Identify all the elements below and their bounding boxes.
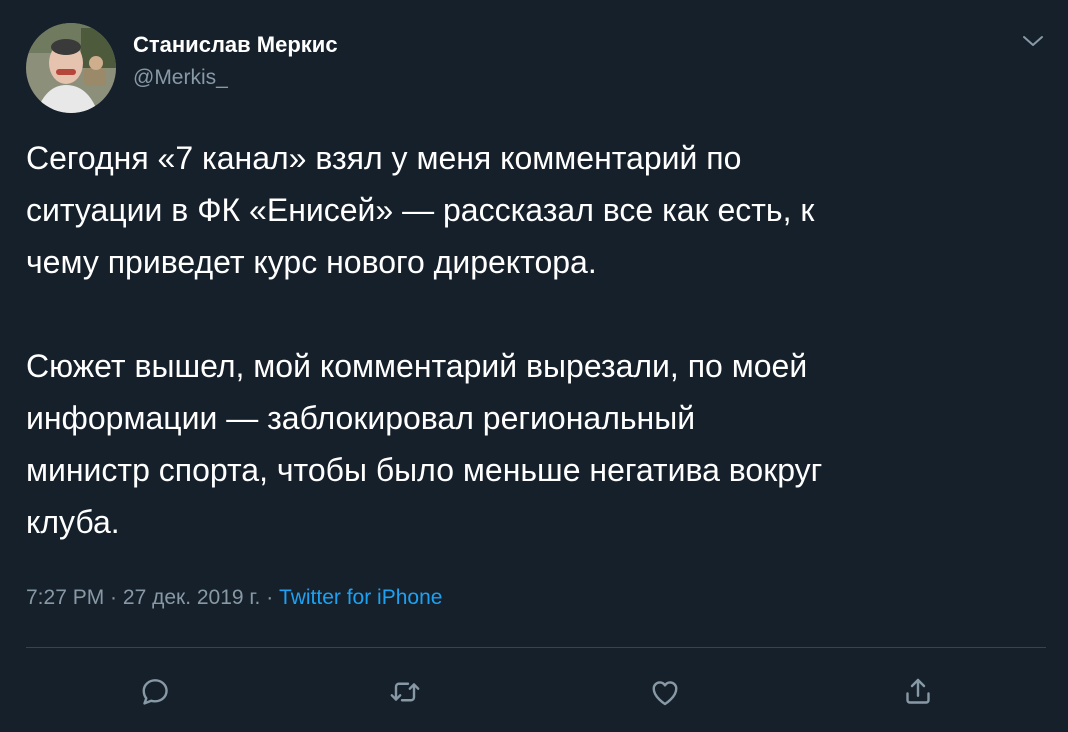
tweet-paragraph: Сегодня «7 канал» взял у меня комментари… <box>26 140 815 280</box>
avatar-photo <box>26 23 116 113</box>
reply-icon <box>142 679 168 705</box>
tweet-source-link[interactable]: Twitter for iPhone <box>279 586 442 609</box>
reply-button[interactable] <box>135 672 175 712</box>
chevron-down-icon[interactable] <box>1020 30 1046 52</box>
tweet-text: Сегодня «7 канал» взял у меня комментари… <box>26 132 1046 548</box>
retweet-button[interactable] <box>385 672 425 712</box>
meta-separator: · <box>260 586 280 609</box>
author-handle[interactable]: @Merkis_ <box>133 66 228 90</box>
divider <box>26 647 1046 648</box>
like-icon <box>652 681 678 706</box>
avatar[interactable] <box>26 23 116 113</box>
tweet-meta: 7:27 PM · 27 дек. 2019 г. · Twitter for … <box>26 586 442 610</box>
share-button[interactable] <box>898 672 938 712</box>
tweet-date[interactable]: 27 дек. 2019 г. <box>123 586 260 609</box>
share-icon <box>906 678 930 704</box>
author-name[interactable]: Станислав Меркис <box>133 32 338 58</box>
tweet-card: Станислав Меркис @Merkis_ Сегодня «7 кан… <box>0 0 1068 732</box>
retweet-icon <box>390 682 420 702</box>
tweet-time[interactable]: 7:27 PM <box>26 586 104 609</box>
meta-separator: · <box>104 586 123 609</box>
like-button[interactable] <box>645 672 685 712</box>
tweet-paragraph: Сюжет вышел, мой комментарий вырезали, п… <box>26 348 823 540</box>
